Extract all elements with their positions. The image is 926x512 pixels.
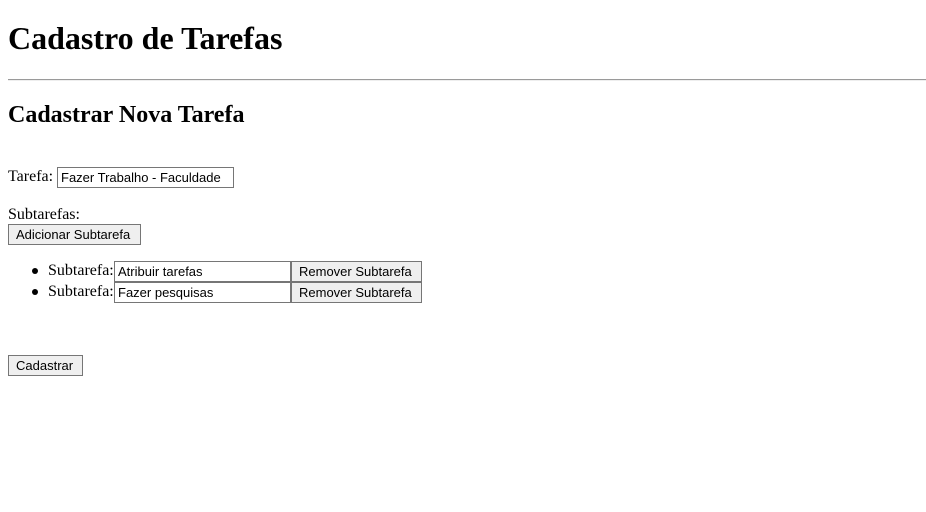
remove-subtask-button[interactable]: Remover Subtarefa (291, 282, 422, 303)
bullet-icon (32, 268, 38, 274)
task-label: Tarefa: (8, 168, 54, 185)
task-input[interactable]: Fazer Trabalho - Faculdade (57, 167, 234, 188)
remove-subtask-button[interactable]: Remover Subtarefa (291, 261, 422, 282)
subtask-label: Subtarefa: (48, 262, 114, 279)
subtask-input[interactable]: Atribuir tarefas (114, 261, 291, 282)
subtask-input[interactable]: Fazer pesquisas (114, 282, 291, 303)
submit-button[interactable]: Cadastrar (8, 355, 83, 376)
bullet-icon (32, 289, 38, 295)
divider (8, 79, 926, 81)
form-title: Cadastrar Nova Tarefa (8, 102, 245, 128)
subtasks-label: Subtarefas: (8, 206, 80, 223)
add-subtask-button[interactable]: Adicionar Subtarefa (8, 224, 141, 245)
page: Cadastro de Tarefas Cadastrar Nova Taref… (0, 0, 926, 512)
subtask-label: Subtarefa: (48, 283, 114, 300)
page-title: Cadastro de Tarefas (8, 20, 283, 56)
